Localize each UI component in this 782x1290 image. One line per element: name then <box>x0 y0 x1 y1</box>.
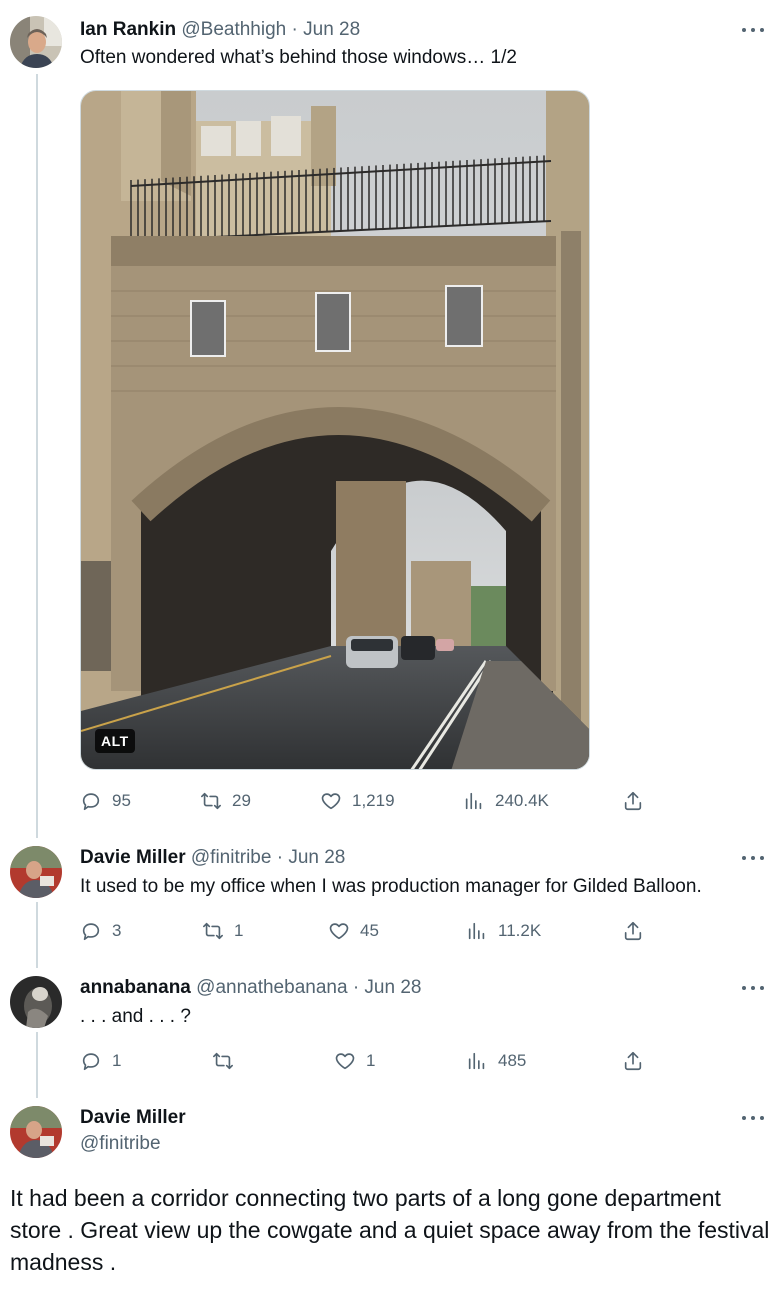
reply-count: 3 <box>112 921 122 940</box>
tweet-text: It used to be my office when I was produ… <box>80 876 702 897</box>
views-count: 11.2K <box>498 921 542 940</box>
tweet-header: Davie Miller @finitribe · Jun 28 <box>80 846 345 870</box>
views-button[interactable]: 485 <box>466 1046 526 1076</box>
like-count: 45 <box>360 921 379 940</box>
retweet-button[interactable]: 29 <box>200 786 251 816</box>
avatar[interactable] <box>10 846 62 898</box>
avatar[interactable] <box>10 16 62 68</box>
author-name[interactable]: annabanana <box>80 977 191 998</box>
tweet-actions: 95 29 1,219 240.4K <box>80 786 650 816</box>
tweet-actions: 3 1 45 11.2K <box>80 916 650 946</box>
tweet-header: Ian Rankin @Beathhigh · Jun 28 <box>80 18 360 42</box>
more-icon[interactable] <box>742 1108 764 1128</box>
author-handle[interactable]: @finitribe <box>191 847 272 868</box>
reply-icon <box>82 923 100 941</box>
retweet-icon <box>203 922 223 940</box>
more-icon[interactable] <box>742 978 764 998</box>
like-button[interactable]: 1,219 <box>320 786 395 816</box>
retweet-button[interactable] <box>212 1046 244 1076</box>
thread-line <box>36 1032 38 1098</box>
like-icon <box>329 923 349 940</box>
reply-count: 1 <box>112 1051 122 1070</box>
share-button[interactable] <box>622 786 644 816</box>
views-button[interactable]: 11.2K <box>466 916 541 946</box>
thread-line <box>36 902 38 968</box>
more-icon[interactable] <box>742 20 764 40</box>
author-handle[interactable]: @finitribe <box>80 1132 161 1156</box>
reply-button[interactable]: 3 <box>80 916 121 946</box>
tweet-header: annabanana @annathebanana · Jun 28 <box>80 976 421 1000</box>
retweet-count: 29 <box>232 791 251 810</box>
author-name[interactable]: Ian Rankin <box>80 19 176 40</box>
like-count: 1,219 <box>352 791 395 810</box>
like-count: 1 <box>366 1051 376 1070</box>
author-name[interactable]: Davie Miller <box>80 1106 186 1130</box>
reply-count: 95 <box>112 791 131 810</box>
avatar[interactable] <box>10 976 62 1028</box>
share-icon <box>624 791 642 811</box>
more-icon[interactable] <box>742 848 764 868</box>
views-count: 485 <box>498 1051 527 1070</box>
tweet-photo[interactable]: ALT <box>80 90 590 770</box>
retweet-icon <box>213 1052 233 1070</box>
alt-badge[interactable]: ALT <box>95 729 135 753</box>
share-icon <box>624 1051 642 1071</box>
reply-icon <box>82 793 100 811</box>
like-button[interactable]: 1 <box>334 1046 375 1076</box>
reply-button[interactable]: 95 <box>80 786 131 816</box>
author-handle[interactable]: @Beathhigh <box>181 19 286 40</box>
reply-icon <box>82 1053 100 1071</box>
views-icon <box>468 922 485 940</box>
avatar[interactable] <box>10 1106 62 1158</box>
like-button[interactable]: 45 <box>328 916 379 946</box>
share-button[interactable] <box>622 1046 644 1076</box>
tweet-date[interactable]: · Jun 28 <box>353 977 422 998</box>
retweet-button[interactable]: 1 <box>202 916 243 946</box>
share-button[interactable] <box>622 916 644 946</box>
reply-button[interactable]: 1 <box>80 1046 121 1076</box>
tweet-text: It had been a corridor connecting two pa… <box>10 1185 770 1275</box>
author-handle[interactable]: @annathebanana <box>196 977 347 998</box>
tweet-date[interactable]: · Jun 28 <box>292 19 361 40</box>
author-name[interactable]: Davie Miller <box>80 847 186 868</box>
like-icon <box>335 1053 355 1070</box>
retweet-icon <box>201 792 221 810</box>
tweet-actions: 1 1 485 <box>80 1046 650 1076</box>
share-icon <box>624 921 642 941</box>
thread-line <box>36 74 38 838</box>
views-count: 240.4K <box>495 791 549 810</box>
views-icon <box>465 792 482 810</box>
retweet-count: 1 <box>234 921 244 940</box>
tweet-date[interactable]: · Jun 28 <box>277 847 346 868</box>
tweet-text: . . . and . . . ? <box>80 1006 191 1027</box>
tweet-text: Often wondered what’s behind those windo… <box>80 47 517 68</box>
views-icon <box>468 1052 485 1070</box>
views-button[interactable]: 240.4K <box>463 786 549 816</box>
like-icon <box>321 793 341 810</box>
